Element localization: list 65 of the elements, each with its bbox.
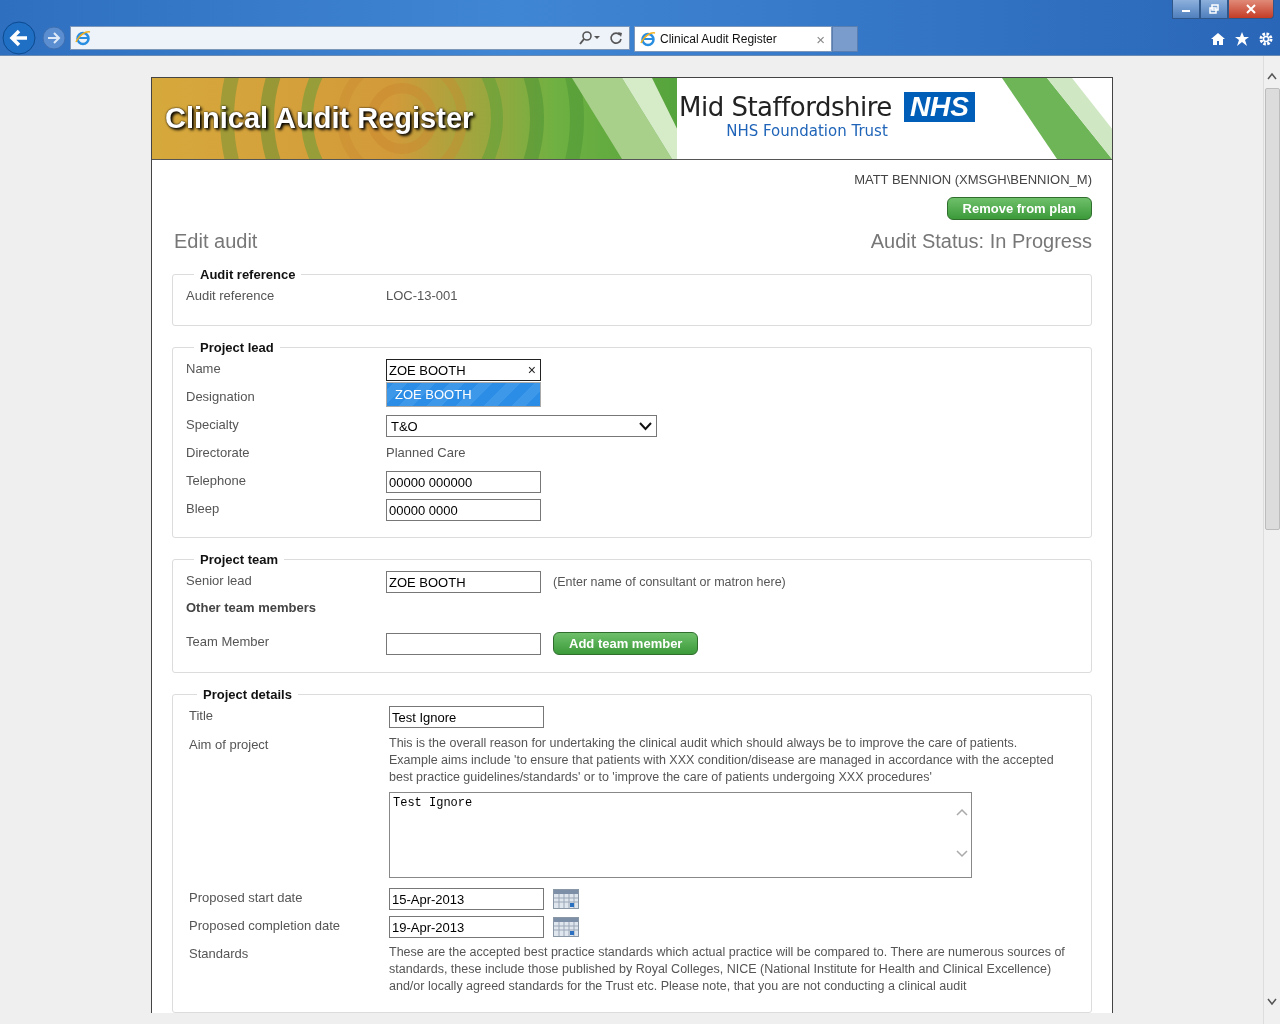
search-icon[interactable] (579, 31, 601, 45)
user-name: MATT BENNION (XMSGH\BENNION_M) (854, 172, 1092, 187)
calendar-icon[interactable] (553, 889, 579, 909)
specialty-dropdown[interactable]: T&O (386, 415, 657, 437)
restore-button[interactable] (1200, 0, 1228, 19)
audit-status: Audit Status: In Progress (870, 230, 1092, 253)
field-label: Team Member (186, 633, 271, 649)
close-button[interactable] (1228, 0, 1274, 19)
page-title: Edit audit (174, 230, 258, 253)
close-icon (1245, 4, 1257, 14)
input-field[interactable]: 00000 0000 (386, 499, 541, 521)
clear-button[interactable]: × (527, 362, 536, 378)
restore-icon (1209, 4, 1219, 14)
site-title: Clinical Audit Register (165, 102, 475, 135)
section-legend: Project team (194, 552, 285, 567)
browser-tab[interactable]: Clinical Audit Register × (634, 26, 832, 52)
minimize-button[interactable] (1172, 0, 1200, 19)
field-label: Telephone (186, 472, 247, 488)
field-label: Bleep (186, 500, 221, 516)
section-legend: Project details (197, 687, 298, 702)
subheading: Other team members (186, 600, 317, 615)
field-label: Designation (186, 388, 256, 404)
tab-title: Clinical Audit Register (660, 32, 778, 46)
scroll-thumb[interactable] (1264, 88, 1280, 530)
refresh-icon[interactable] (609, 31, 623, 45)
date-field[interactable]: 19-Apr-2013 (389, 916, 544, 938)
field-label: Proposed completion date (189, 917, 342, 933)
input-field[interactable]: Test Ignore (389, 706, 544, 728)
scroll-down-icon[interactable] (1267, 998, 1277, 1006)
scrollbar[interactable] (1263, 56, 1280, 1024)
star-icon[interactable] (1234, 31, 1250, 47)
input-field[interactable]: 00000 000000 (386, 471, 541, 493)
field-hint: (Enter name of consultant or matron here) (553, 575, 786, 589)
input-field[interactable]: ZOE BOOTH (386, 571, 541, 593)
name-field[interactable]: ZOE BOOTH × (386, 359, 541, 381)
field-label: Name (186, 360, 222, 376)
field-label: Senior lead (186, 572, 253, 588)
help-text: This is the overall reason for undertaking the clinical audit which should always be to improve the care of patients. Example aims include 'to ensure that patients with XXX condition/disease are managed in accordance with the accepted best practice guidelines/standards' or to 'improve the care of patients undergoing XXX procedures' (389, 735, 1055, 786)
chevron-down-icon (639, 421, 652, 431)
field-label: Aim of project (189, 736, 270, 752)
field-label: Specialty (186, 416, 240, 432)
back-button[interactable] (2, 21, 36, 55)
section-legend: Project lead (194, 340, 280, 355)
scroll-up-icon[interactable] (1267, 72, 1277, 80)
field-value: Planned Care (386, 444, 466, 460)
organisation-name: Mid Staffordshire (679, 91, 892, 122)
help-text: These are the accepted best practice standards which actual practice will be compared to. There are numerous sources of standards, these include those published by Royal Colleges, NICE (National Institute for Health and Clinical Excellence) and/or locally agreed standards for the Trust etc. Please note, that you are not conducting a clinical audit (389, 944, 1066, 995)
field-label: Standards (189, 945, 250, 961)
browser-logo-icon (75, 30, 91, 46)
organisation-subtitle: NHS Foundation Trust (726, 121, 888, 140)
home-icon[interactable] (1210, 31, 1226, 47)
forward-button[interactable] (42, 26, 66, 50)
field-label: Directorate (186, 444, 251, 460)
date-field[interactable]: 15-Apr-2013 (389, 888, 544, 910)
settings-icon[interactable] (1258, 31, 1274, 47)
browser-logo-icon (640, 31, 656, 47)
input-field[interactable] (386, 632, 541, 655)
nhs-logo: NHS (903, 91, 975, 122)
section-legend: Audit reference (194, 267, 302, 282)
field-label: Title (189, 707, 215, 723)
field-label: Audit reference (186, 287, 276, 303)
tab-close-button[interactable]: × (816, 30, 825, 48)
field-label: Proposed start date (189, 889, 304, 905)
field-value: LOC-13-001 (386, 287, 458, 303)
calendar-icon[interactable] (553, 917, 579, 937)
